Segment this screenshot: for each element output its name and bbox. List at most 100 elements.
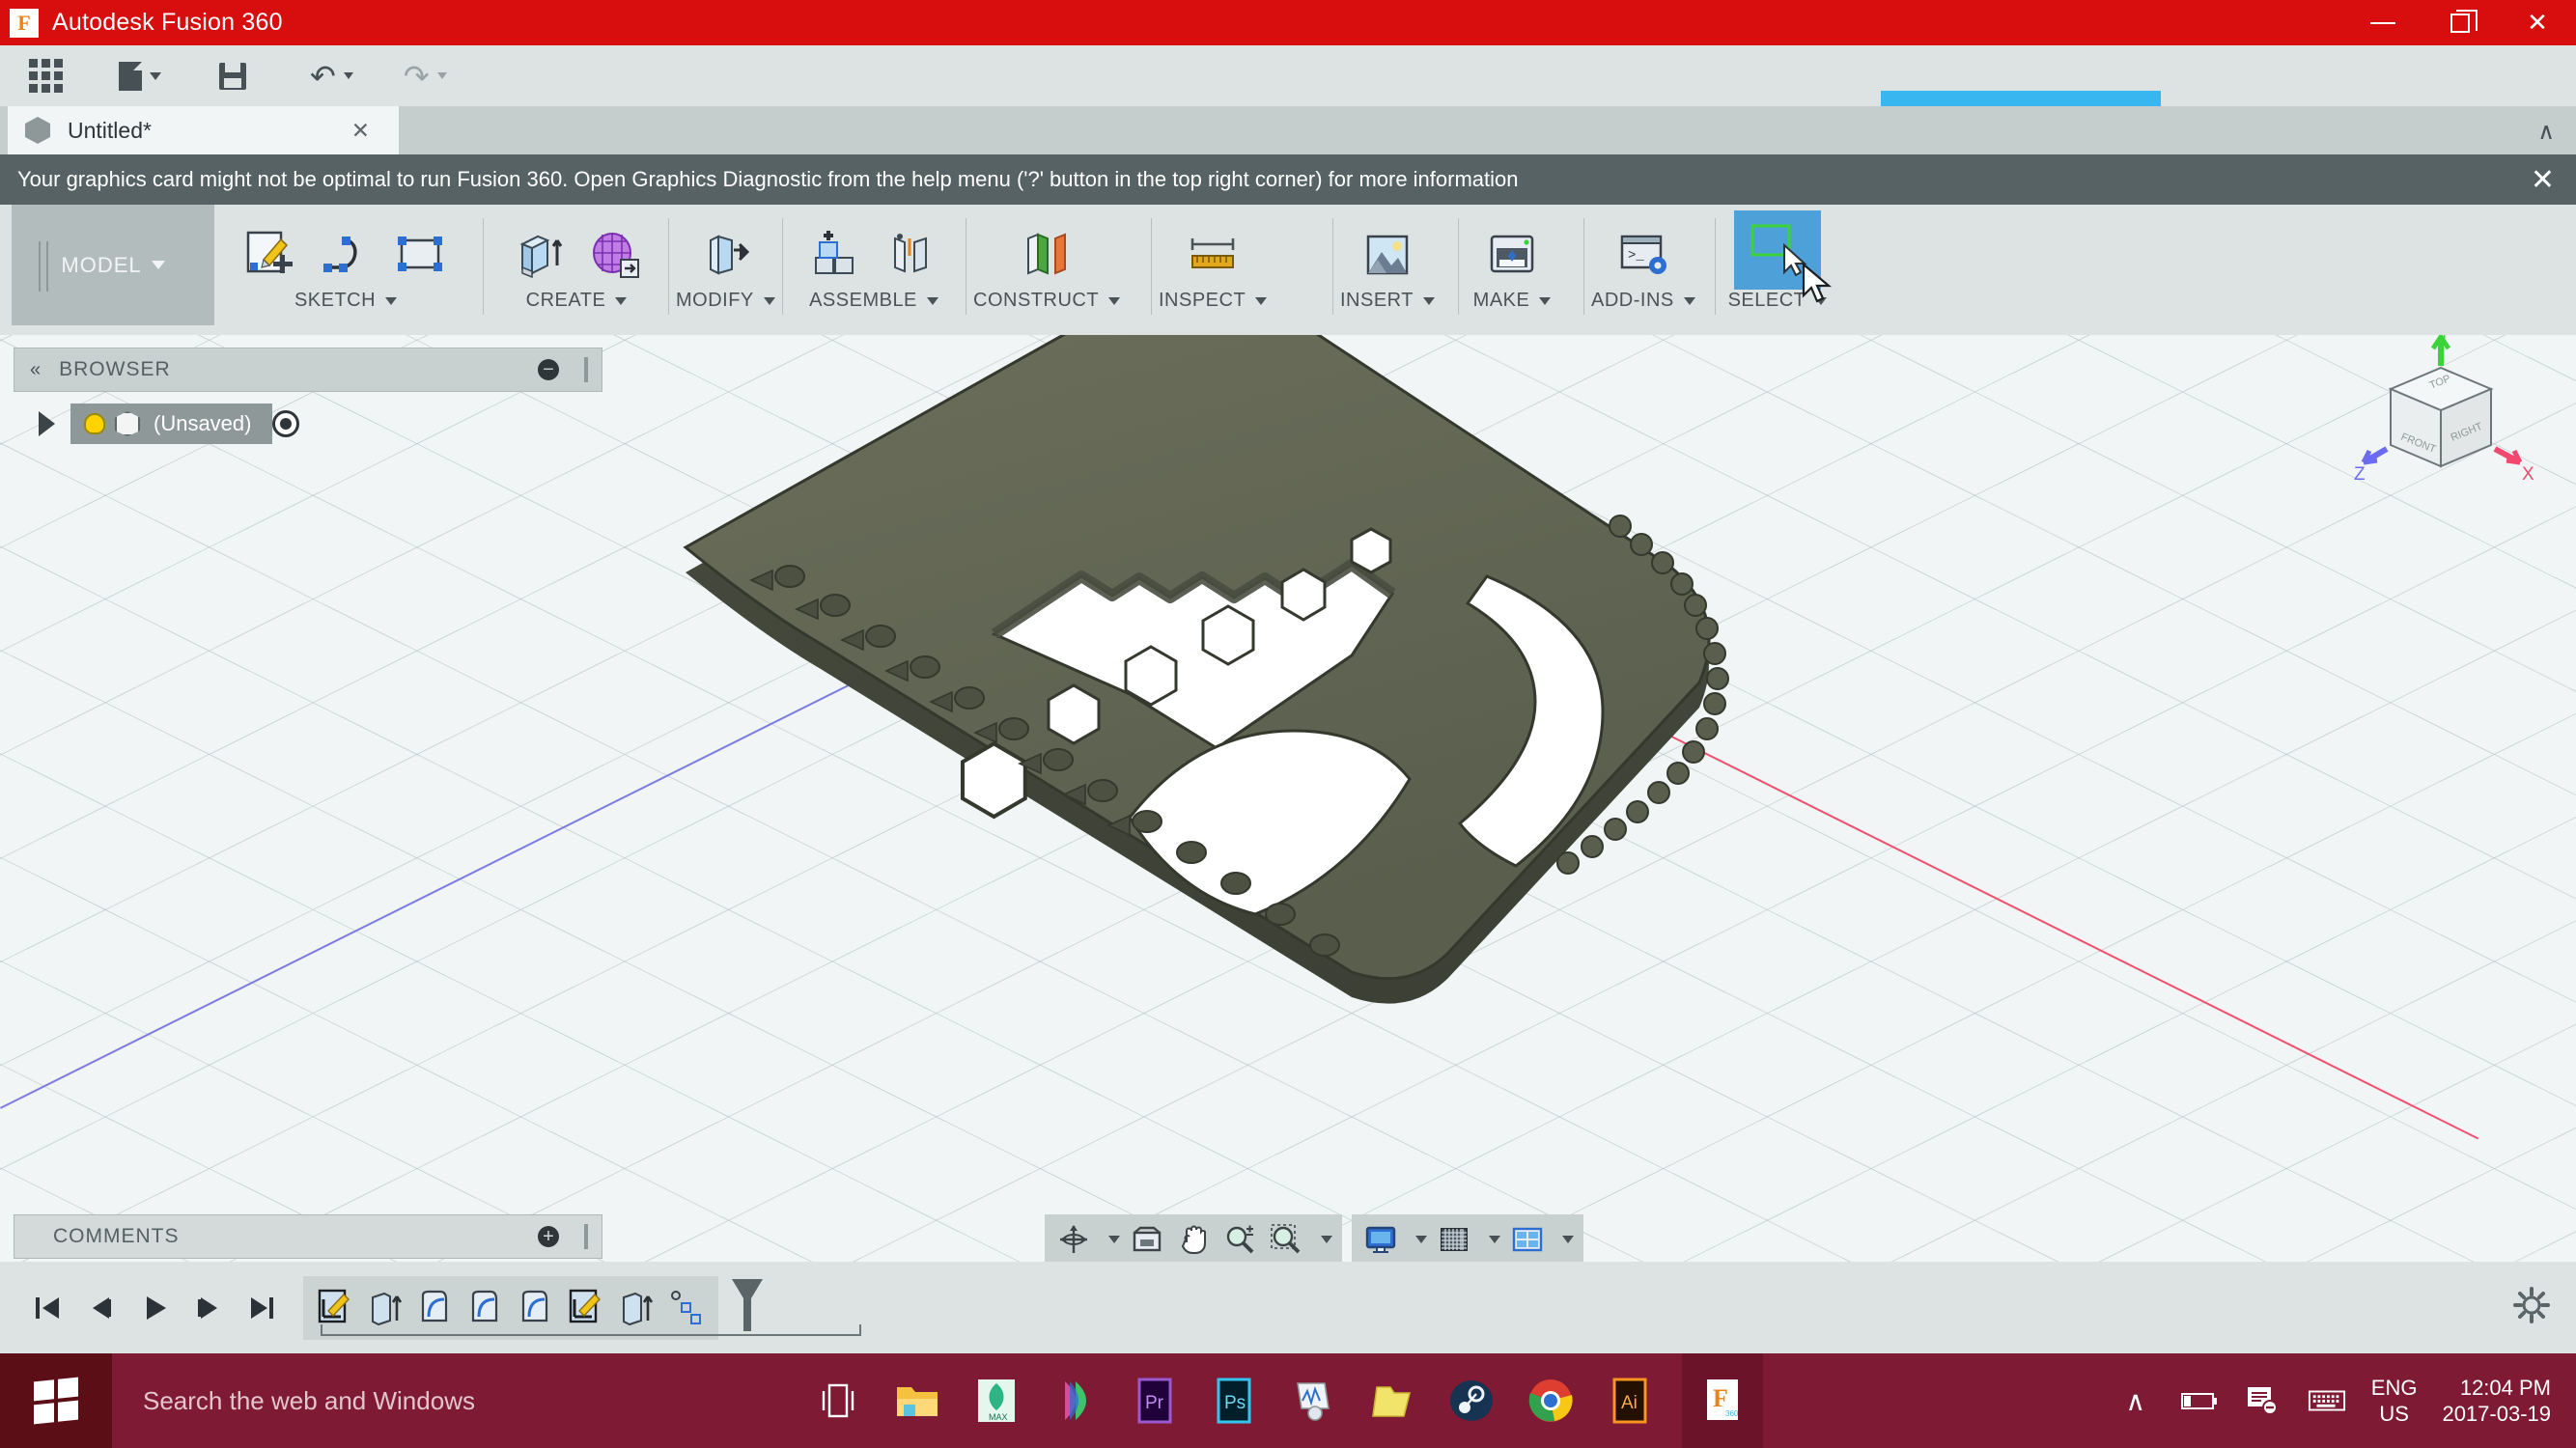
press-pull-tool[interactable]	[690, 220, 760, 290]
comments-panel-header[interactable]: COMMENTS +	[14, 1214, 602, 1259]
collapse-ribbon-chevron-icon[interactable]: ∧	[2537, 118, 2555, 146]
sublime-text-icon[interactable]	[1049, 1374, 1103, 1428]
create-form-tool[interactable]	[579, 220, 649, 290]
timeline-go-to-end-button[interactable]	[236, 1280, 290, 1336]
timeline-step-forward-button[interactable]	[182, 1280, 236, 1336]
3d-viewport[interactable]: Y TOP FRONT RIGHT Z X	[0, 335, 2576, 1262]
comments-resize-grip[interactable]	[584, 1224, 588, 1249]
timeline-settings-button[interactable]	[2512, 1286, 2551, 1329]
chevron-down-icon[interactable]	[1489, 1236, 1500, 1243]
keyboard-icon[interactable]	[2308, 1383, 2346, 1418]
orbit-button[interactable]	[1054, 1219, 1093, 1260]
timeline-play-button[interactable]	[127, 1280, 182, 1336]
media-player-icon[interactable]	[1286, 1374, 1340, 1428]
workspace-label: MODEL	[61, 252, 142, 277]
file-explorer-icon[interactable]	[890, 1374, 944, 1428]
timeline-step-back-button[interactable]	[73, 1280, 127, 1336]
ribbon-panel-label-make[interactable]: MAKE	[1473, 290, 1552, 312]
ribbon-panel-label-addins[interactable]: ADD-INS	[1591, 290, 1695, 312]
zoom-window-button[interactable]	[1267, 1219, 1305, 1260]
adobe-premiere-icon[interactable]: Pr	[1128, 1374, 1182, 1428]
new-component-tool[interactable]	[801, 220, 871, 290]
taskbar-app-list: MAX Pr Ps Ai F 360	[811, 1353, 1763, 1448]
browser-node-body[interactable]: (Unsaved)	[70, 404, 273, 444]
ribbon-panel-label-modify[interactable]: MODIFY	[676, 290, 775, 312]
ribbon-panel-label-inspect[interactable]: INSPECT	[1159, 290, 1268, 312]
expand-arrow-icon[interactable]	[39, 411, 55, 436]
maximize-button[interactable]	[2422, 0, 2499, 45]
workspace-switcher-button[interactable]: MODEL	[12, 205, 214, 325]
document-tab[interactable]: Untitled* ✕	[8, 106, 399, 154]
create-sketch-tool[interactable]	[236, 220, 305, 290]
battery-icon[interactable]	[2180, 1383, 2219, 1418]
steam-icon[interactable]	[1444, 1374, 1498, 1428]
chevron-down-icon[interactable]	[1562, 1236, 1574, 1243]
chevron-down-icon	[1108, 296, 1121, 305]
look-at-button[interactable]	[1128, 1219, 1166, 1260]
ribbon-panel-label-sketch[interactable]: SKETCH	[294, 290, 398, 312]
visibility-toggle-icon[interactable]	[272, 410, 300, 437]
browser-panel-header[interactable]: « BROWSER −	[14, 348, 602, 392]
timeline-go-to-beginning-button[interactable]	[19, 1280, 73, 1336]
ribbon-panel-modify: MODIFY	[676, 205, 775, 325]
sketch-rectangle-tool[interactable]	[386, 220, 456, 290]
show-hidden-icons-button[interactable]: ∧	[2116, 1383, 2155, 1418]
light-bulb-icon[interactable]	[84, 413, 105, 434]
view-cube[interactable]: Y TOP FRONT RIGHT Z X	[2344, 335, 2537, 509]
zoom-button[interactable]	[1220, 1219, 1259, 1260]
language-indicator[interactable]: ENG US	[2371, 1375, 2418, 1428]
ribbon-panel-label-insert[interactable]: INSERT	[1340, 290, 1435, 312]
app-grid-button[interactable]	[0, 45, 74, 106]
adobe-photoshop-icon[interactable]: Ps	[1207, 1374, 1261, 1428]
ribbon-panel-sketch: SKETCH	[224, 205, 467, 325]
viewports-button[interactable]	[1508, 1219, 1547, 1260]
pan-button[interactable]	[1174, 1219, 1213, 1260]
axis-x-label: X	[2522, 464, 2534, 485]
minimize-browser-icon[interactable]: −	[538, 359, 559, 380]
add-comment-icon[interactable]: +	[538, 1226, 559, 1247]
ribbon-panel-label-create[interactable]: CREATE	[526, 290, 628, 312]
measure-tool[interactable]	[1178, 220, 1247, 290]
panel-separator	[1151, 218, 1152, 315]
warning-close-icon[interactable]: ✕	[2531, 163, 2555, 197]
ribbon-panel-label-construct[interactable]: CONSTRUCT	[973, 290, 1121, 312]
grid-snaps-button[interactable]	[1435, 1219, 1473, 1260]
display-settings-button[interactable]	[1361, 1219, 1400, 1260]
timeline-feature-track[interactable]	[303, 1275, 861, 1340]
extrude-tool[interactable]	[504, 220, 574, 290]
ribbon-panel-label-assemble[interactable]: ASSEMBLE	[809, 290, 938, 312]
model-hex-wrench-plate[interactable]	[676, 335, 1815, 1146]
close-button[interactable]: ✕	[2499, 0, 2576, 45]
google-chrome-icon[interactable]	[1524, 1374, 1578, 1428]
3ds-max-icon[interactable]: MAX	[969, 1374, 1023, 1428]
fusion-360-taskbar-icon[interactable]: F 360	[1682, 1353, 1763, 1448]
chevron-down-icon[interactable]	[1415, 1236, 1427, 1243]
browser-resize-grip[interactable]	[584, 357, 588, 382]
folder-icon[interactable]	[1365, 1374, 1419, 1428]
scripts-and-addins-tool[interactable]: >_	[1609, 220, 1678, 290]
task-view-icon[interactable]	[811, 1374, 865, 1428]
sketch-spline-tool[interactable]	[311, 220, 380, 290]
new-document-button[interactable]	[107, 45, 173, 106]
undo-button[interactable]: ↶	[298, 45, 365, 106]
redo-button[interactable]: ↷	[392, 45, 459, 106]
adobe-illustrator-icon[interactable]: Ai	[1603, 1374, 1657, 1428]
browser-root-node[interactable]: (Unsaved)	[39, 404, 305, 444]
insert-canvas-tool[interactable]	[1353, 220, 1422, 290]
offset-plane-tool[interactable]	[1012, 220, 1081, 290]
start-button[interactable]	[0, 1353, 112, 1448]
clock[interactable]: 12:04 PM 2017-03-19	[2442, 1375, 2551, 1428]
tab-close-icon[interactable]: ✕	[351, 118, 370, 144]
chevron-down-icon[interactable]	[1321, 1236, 1332, 1243]
save-button[interactable]	[208, 45, 258, 106]
minimize-button[interactable]	[2344, 0, 2422, 45]
collapse-browser-icon[interactable]: «	[30, 359, 41, 381]
view-navigation-toolbar	[1045, 1214, 1583, 1265]
ribbon-panel-insert: INSERT	[1340, 205, 1435, 325]
search-input[interactable]: Search the web and Windows	[112, 1353, 769, 1448]
3d-print-tool[interactable]	[1477, 220, 1547, 290]
chevron-down-icon[interactable]	[1108, 1236, 1120, 1243]
joint-tool[interactable]	[877, 220, 946, 290]
action-center-icon[interactable]	[2244, 1383, 2282, 1418]
ribbon-toolbar: MODEL SKETCH CREATE MODIFY ASSEMBLE CONS…	[0, 205, 2576, 335]
